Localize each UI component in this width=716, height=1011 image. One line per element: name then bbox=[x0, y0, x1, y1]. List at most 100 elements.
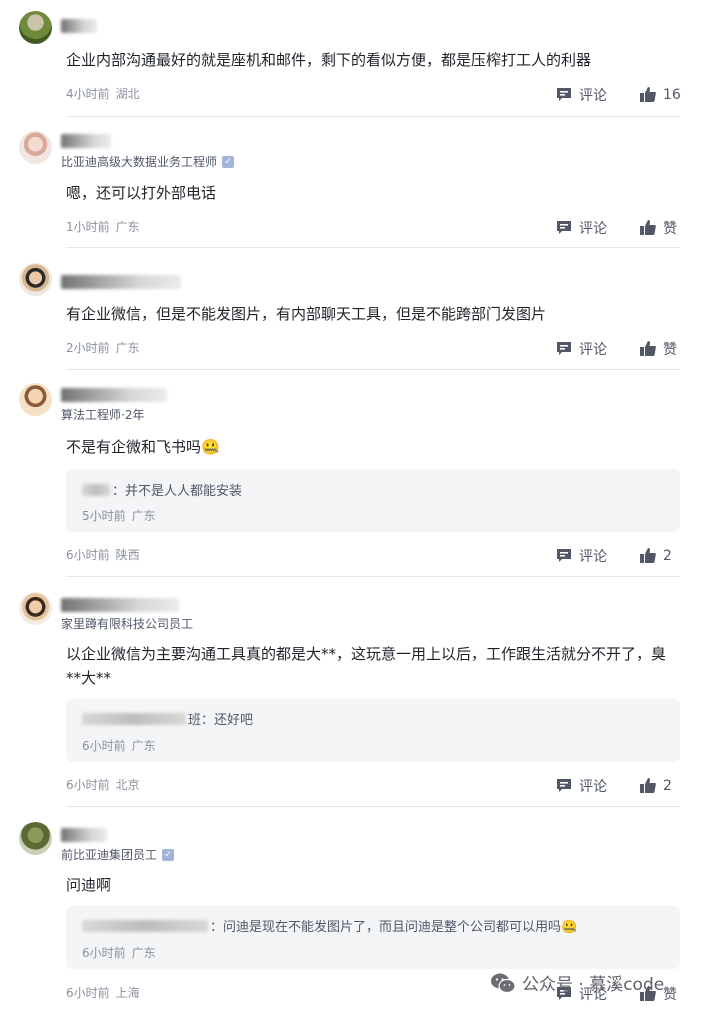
reply-meta: 6小时前 广东 bbox=[82, 944, 156, 961]
watermark-text: 公众号 · 慕溪code bbox=[522, 975, 665, 995]
reply-meta: 6小时前 广东 bbox=[82, 737, 156, 754]
comment-meta: 2小时前 广东 bbox=[66, 339, 140, 356]
reply-author-blurred bbox=[82, 712, 186, 725]
reply-text: ：问迪是现在不能发图片了，而且问迪是整个公司都可以用吗🤐 bbox=[82, 916, 577, 935]
reply-location: 广东 bbox=[131, 946, 156, 960]
reply-label: 评论 bbox=[579, 88, 607, 104]
like-label: 2 bbox=[663, 548, 672, 564]
thumbs-up-icon bbox=[639, 86, 657, 104]
user-title: 比亚迪高级大数据业务工程师 ✓ bbox=[61, 153, 235, 170]
divider bbox=[66, 806, 680, 807]
like-button[interactable]: 赞 bbox=[639, 339, 677, 359]
avatar[interactable] bbox=[19, 383, 52, 416]
comment-time: 6小时前 bbox=[66, 548, 110, 562]
reply-button[interactable]: 评论 bbox=[555, 546, 639, 566]
thumbs-up-icon bbox=[639, 219, 657, 237]
user-title: 算法工程师·2年 bbox=[61, 406, 144, 423]
comment-text: 不是有企微和飞书吗🤐 bbox=[66, 438, 220, 456]
comment-meta: 1小时前 广东 bbox=[66, 218, 140, 235]
comment-text: 以企业微信为主要沟通工具真的都是大**，这玩意一用上以后，工作跟生活就分不开了，… bbox=[66, 645, 667, 687]
reply-preview[interactable]: ：并不是人人都能安装 5小时前 广东 bbox=[66, 469, 680, 532]
reply-text: 班：还好吧 bbox=[82, 709, 253, 728]
reply-label: 评论 bbox=[579, 549, 607, 565]
reply-label: 评论 bbox=[579, 779, 607, 795]
comment-text: 嗯，还可以打外部电话 bbox=[66, 184, 217, 202]
comment-time: 4小时前 bbox=[66, 87, 110, 101]
like-button[interactable]: 2 bbox=[639, 547, 672, 565]
avatar[interactable] bbox=[19, 131, 52, 164]
comment-location: 上海 bbox=[115, 986, 140, 1000]
username-blurred[interactable] bbox=[61, 134, 111, 148]
like-label: 赞 bbox=[663, 221, 677, 237]
comment-text: 企业内部沟通最好的就是座机和邮件，剩下的看似方便，都是压榨打工人的利器 bbox=[66, 51, 592, 69]
user-title: 前比亚迪集团员工 ✓ bbox=[61, 846, 175, 863]
comment-text: 有企业微信，但是不能发图片，有内部聊天工具，但是不能跨部门发图片 bbox=[66, 305, 547, 323]
user-title-text: 算法工程师·2年 bbox=[61, 408, 145, 422]
like-label: 16 bbox=[663, 87, 681, 103]
username-blurred[interactable] bbox=[61, 828, 107, 842]
wechat-watermark: 公众号 · 慕溪code bbox=[490, 970, 664, 995]
avatar[interactable] bbox=[19, 11, 52, 44]
thumbs-up-icon bbox=[639, 777, 657, 795]
avatar[interactable] bbox=[19, 592, 52, 625]
avatar[interactable] bbox=[19, 263, 52, 296]
comment-actions: 评论 2 bbox=[555, 546, 685, 566]
reply-meta: 5小时前 广东 bbox=[82, 507, 156, 524]
username-blurred[interactable] bbox=[61, 388, 167, 402]
reply-label: 评论 bbox=[579, 221, 607, 237]
reply-time: 6小时前 bbox=[82, 946, 126, 960]
reply-author-blurred bbox=[82, 483, 110, 496]
divider bbox=[66, 247, 680, 248]
comment-text: 问迪啊 bbox=[66, 876, 112, 894]
like-label: 赞 bbox=[663, 987, 677, 1003]
user-title: 家里蹲有限科技公司员工 bbox=[61, 615, 193, 632]
comment-time: 6小时前 bbox=[66, 778, 110, 792]
reply-button[interactable]: 评论 bbox=[555, 339, 639, 359]
divider bbox=[66, 116, 680, 117]
wechat-icon bbox=[490, 972, 516, 994]
divider bbox=[66, 369, 680, 370]
comment-location: 广东 bbox=[115, 220, 140, 234]
avatar[interactable] bbox=[19, 822, 52, 855]
like-label: 2 bbox=[663, 778, 672, 794]
comment-icon bbox=[555, 777, 573, 795]
reply-author-blurred bbox=[82, 919, 208, 932]
username-blurred[interactable] bbox=[61, 598, 179, 612]
comment-meta: 6小时前 陕西 bbox=[66, 546, 140, 563]
reply-time: 6小时前 bbox=[82, 739, 126, 753]
comment-location: 北京 bbox=[115, 778, 140, 792]
reply-button[interactable]: 评论 bbox=[555, 218, 639, 238]
thumbs-up-icon bbox=[639, 547, 657, 565]
reply-button[interactable]: 评论 bbox=[555, 85, 639, 105]
username-blurred[interactable] bbox=[61, 275, 181, 289]
reply-content: ：并不是人人都能安装 bbox=[112, 484, 243, 499]
reply-button[interactable]: 评论 bbox=[555, 776, 639, 796]
user-title-text: 比亚迪高级大数据业务工程师 bbox=[61, 155, 218, 169]
comment-icon bbox=[555, 219, 573, 237]
comment-meta: 4小时前 湖北 bbox=[66, 85, 140, 102]
thumbs-up-icon bbox=[639, 340, 657, 358]
comment-time: 1小时前 bbox=[66, 220, 110, 234]
reply-preview[interactable]: ：问迪是现在不能发图片了，而且问迪是整个公司都可以用吗🤐 6小时前 广东 bbox=[66, 906, 680, 969]
verified-icon: ✓ bbox=[222, 155, 235, 168]
comment-location: 湖北 bbox=[115, 87, 140, 101]
verified-icon: ✓ bbox=[162, 848, 175, 861]
comment-time: 2小时前 bbox=[66, 341, 110, 355]
reply-time: 5小时前 bbox=[82, 509, 126, 523]
like-label: 赞 bbox=[663, 342, 677, 358]
comment-actions: 评论 2 bbox=[555, 776, 685, 796]
like-button[interactable]: 赞 bbox=[639, 218, 677, 238]
username-blurred[interactable] bbox=[61, 19, 97, 33]
like-button[interactable]: 16 bbox=[639, 86, 681, 104]
comment-icon bbox=[555, 547, 573, 565]
comment-location: 陕西 bbox=[115, 548, 140, 562]
reply-location: 广东 bbox=[131, 509, 156, 523]
comment-icon bbox=[555, 86, 573, 104]
reply-label: 评论 bbox=[579, 342, 607, 358]
reply-location: 广东 bbox=[131, 739, 156, 753]
comment-icon bbox=[555, 340, 573, 358]
reply-text: ：并不是人人都能安装 bbox=[82, 480, 242, 499]
reply-content: ：问迪是现在不能发图片了，而且问迪是整个公司都可以用吗🤐 bbox=[210, 920, 578, 935]
like-button[interactable]: 2 bbox=[639, 777, 672, 795]
reply-preview[interactable]: 班：还好吧 6小时前 广东 bbox=[66, 699, 680, 762]
